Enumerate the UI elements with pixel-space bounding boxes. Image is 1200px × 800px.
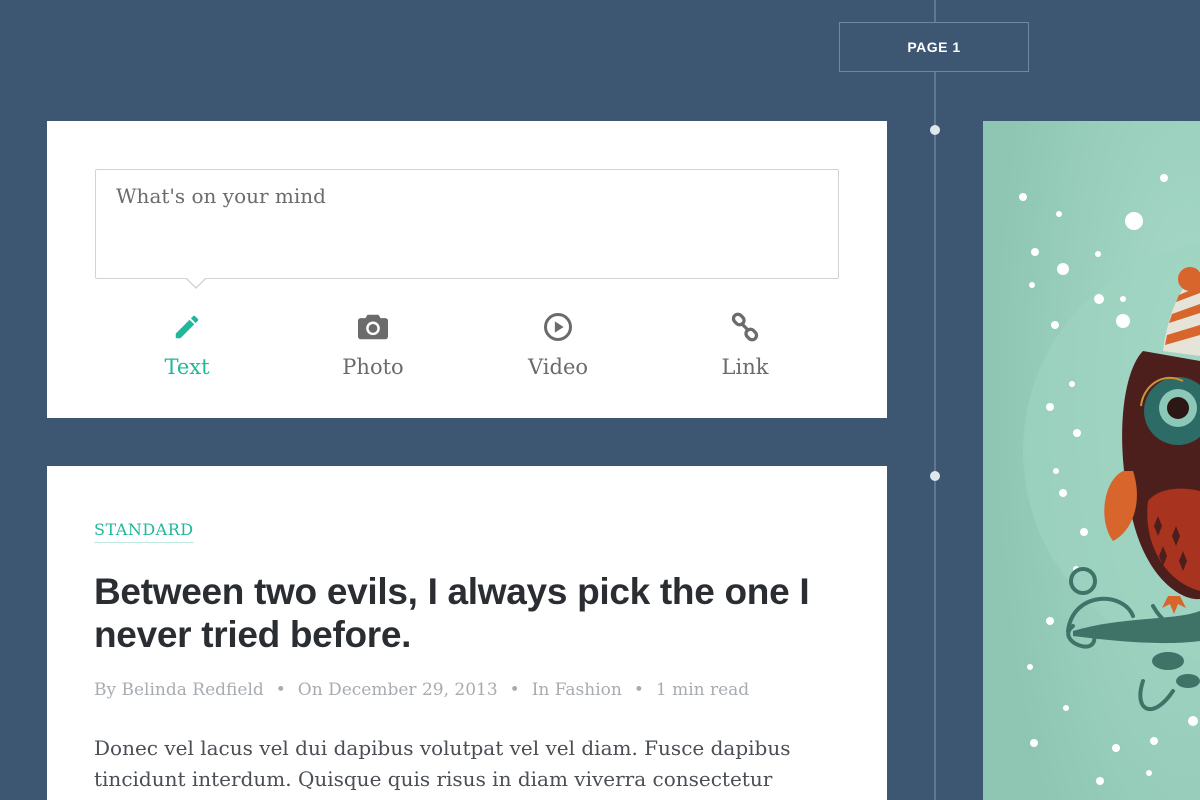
post-author[interactable]: By Belinda Redfield xyxy=(94,680,264,700)
post-type-video[interactable]: Video xyxy=(488,309,628,389)
post-type-label: Link xyxy=(721,355,769,379)
article-card: STANDARD Between two evils, I always pic… xyxy=(47,466,887,800)
post-category-link[interactable]: STANDARD xyxy=(94,520,194,543)
post-type-label: Photo xyxy=(342,355,404,379)
read-time: 1 min read xyxy=(655,680,750,700)
timeline-dot xyxy=(930,125,940,135)
post-title[interactable]: Between two evils, I always pick the one… xyxy=(94,570,854,656)
meta-separator: • xyxy=(509,680,520,700)
camera-icon xyxy=(356,309,390,345)
timeline-line xyxy=(934,0,936,800)
page-label: PAGE 1 xyxy=(839,22,1029,72)
post-meta: By Belinda Redfield • On December 29, 2013… xyxy=(94,680,749,700)
link-icon xyxy=(730,309,760,345)
post-type-label: Text xyxy=(164,355,210,379)
post-category[interactable]: In Fashion xyxy=(532,680,622,700)
post-composer: Text Photo Video xyxy=(47,121,887,418)
composer-pointer xyxy=(185,277,207,289)
post-type-text[interactable]: Text xyxy=(117,309,257,389)
pencil-icon xyxy=(172,309,202,345)
post-type-link[interactable]: Link xyxy=(675,309,815,389)
post-type-label: Video xyxy=(527,355,589,379)
status-input[interactable] xyxy=(95,169,839,279)
meta-separator: • xyxy=(275,680,286,700)
post-date[interactable]: On December 29, 2013 xyxy=(298,680,498,700)
meta-separator: • xyxy=(633,680,644,700)
post-excerpt: Donec vel lacus vel dui dapibus volutpat… xyxy=(94,736,791,791)
post-type-photo[interactable]: Photo xyxy=(303,309,443,389)
timeline-dot xyxy=(930,471,940,481)
owl-illustration[interactable] xyxy=(983,121,1200,800)
owl-artwork xyxy=(983,121,1200,800)
play-circle-icon xyxy=(543,309,573,345)
